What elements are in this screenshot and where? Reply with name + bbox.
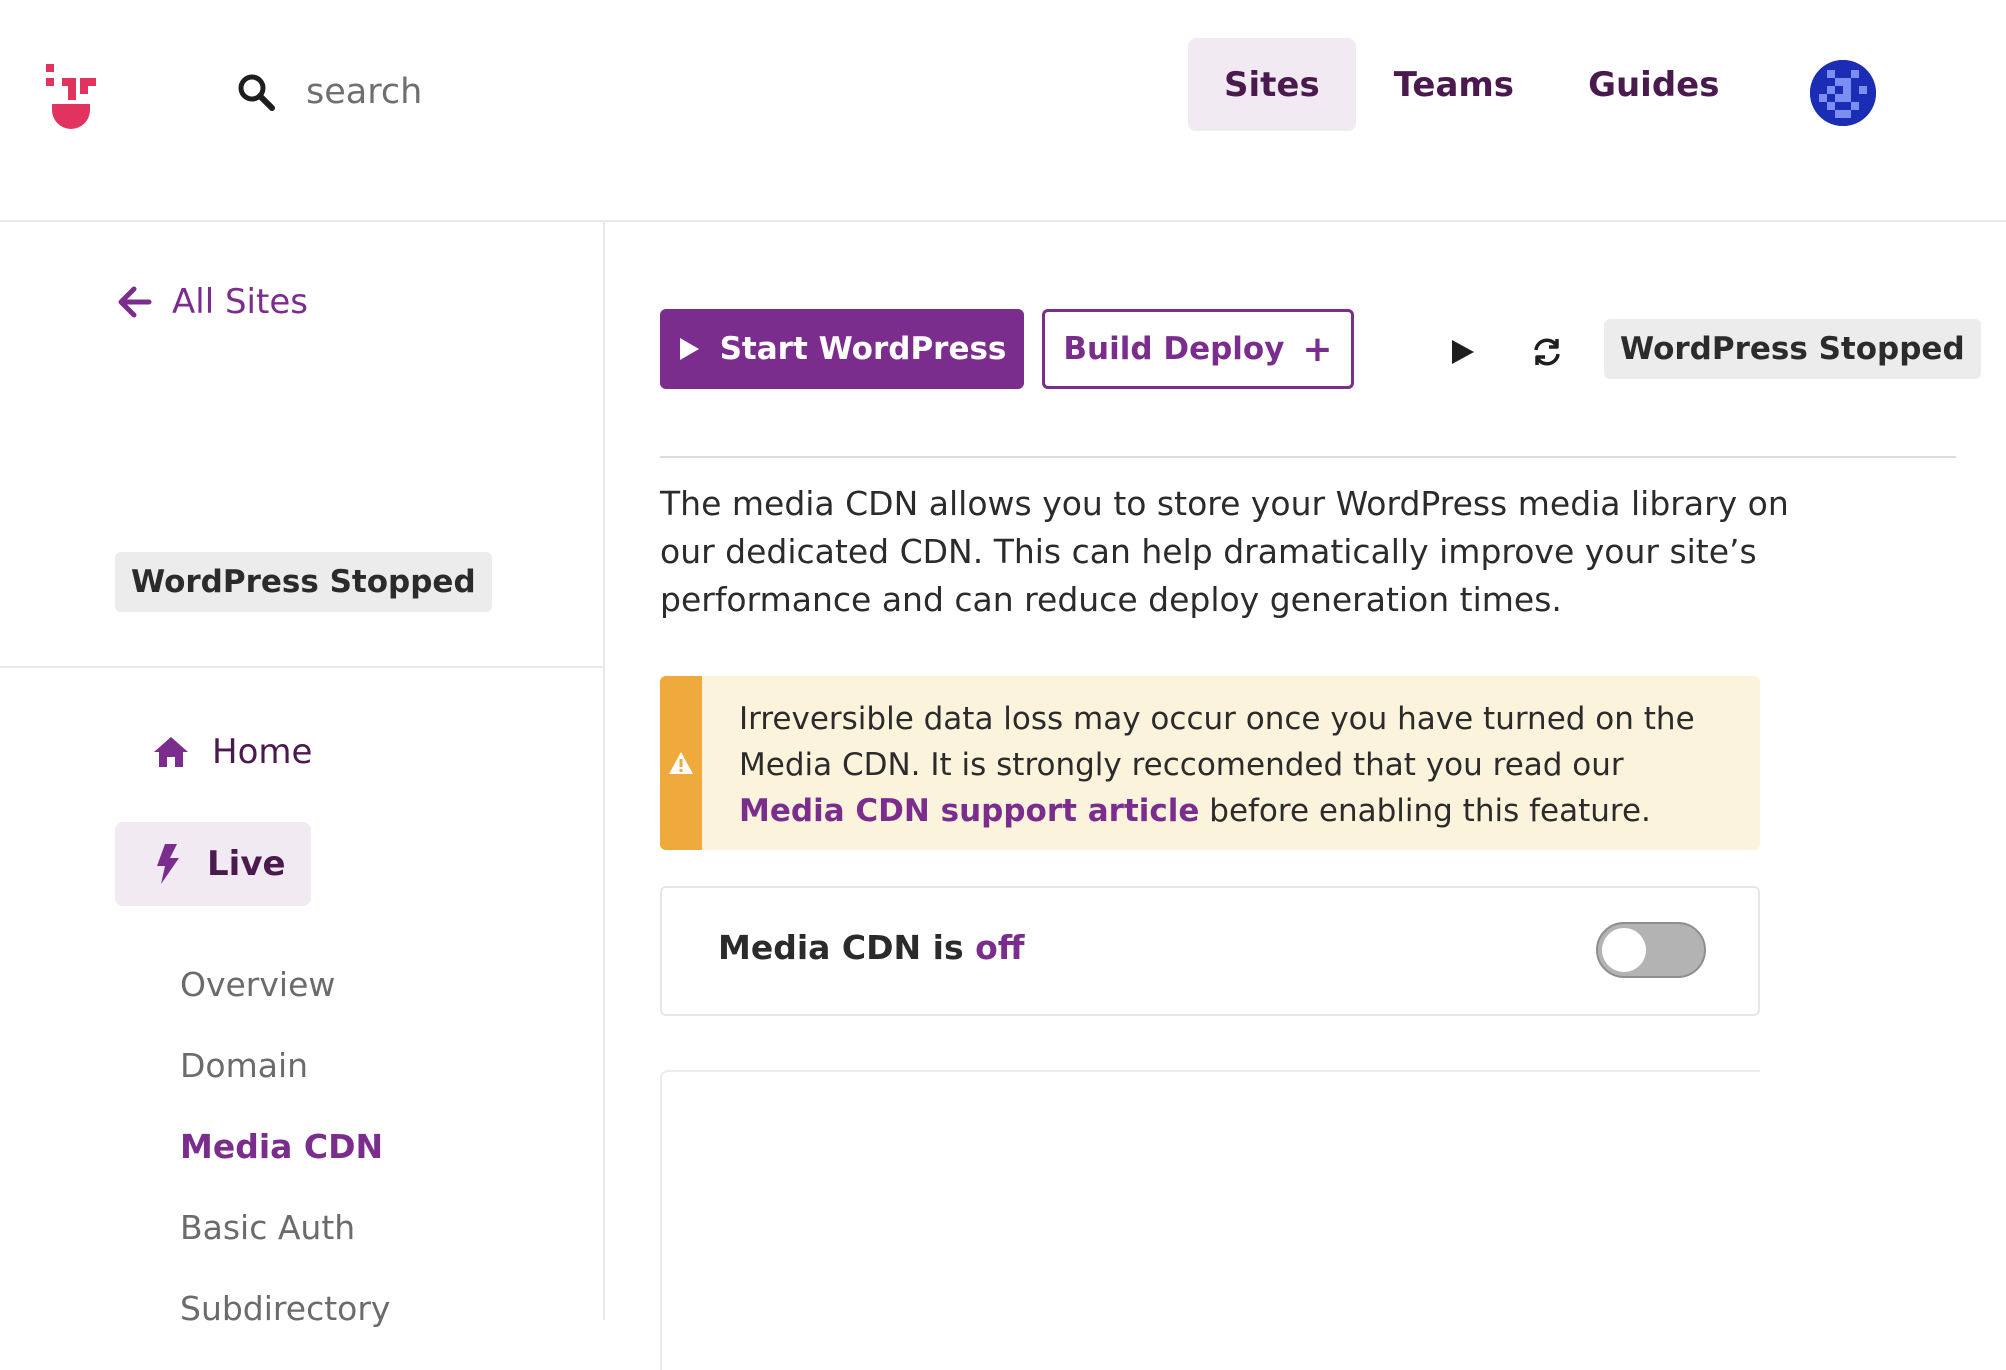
content-panel (660, 1070, 1760, 1370)
subnav-domain[interactable]: Domain (180, 1025, 390, 1106)
play-icon[interactable] (1447, 337, 1477, 367)
sidebar: All Sites WordPress Stopped Home Live Ov… (0, 222, 605, 1328)
search-input[interactable] (306, 72, 686, 112)
play-icon (679, 338, 699, 360)
subnav-overview[interactable]: Overview (180, 944, 390, 1025)
nav-guides[interactable]: Guides (1552, 38, 1755, 131)
live-subnav: Overview Domain Media CDN Basic Auth Sub… (180, 944, 390, 1349)
avatar[interactable] (1810, 60, 1876, 126)
media-cdn-card: Media CDN is off (660, 886, 1760, 1016)
sidebar-item-label: Home (212, 732, 313, 772)
status-badge: WordPress Stopped (115, 552, 492, 612)
build-deploy-button[interactable]: Build Deploy + (1042, 309, 1354, 389)
warning-text: Irreversible data loss may occur once yo… (739, 696, 1739, 834)
main-content: Start WordPress Build Deploy + WordPress… (660, 222, 2006, 1370)
all-sites-link[interactable]: All Sites (116, 282, 308, 322)
subnav-subdirectory[interactable]: Subdirectory (180, 1268, 390, 1349)
sidebar-item-home[interactable]: Home (152, 732, 312, 772)
home-icon (154, 737, 188, 767)
media-cdn-status: Media CDN is off (718, 928, 1024, 967)
logo-icon[interactable] (46, 64, 100, 132)
start-wordpress-button[interactable]: Start WordPress (660, 309, 1024, 389)
media-cdn-toggle[interactable] (1596, 922, 1706, 978)
subnav-basic-auth[interactable]: Basic Auth (180, 1187, 390, 1268)
warning-text-before: Irreversible data loss may occur once yo… (739, 701, 1695, 783)
media-cdn-description: The media CDN allows you to store your W… (660, 484, 1789, 619)
warning-stripe (660, 676, 702, 850)
media-cdn-state: off (975, 928, 1025, 967)
media-cdn-status-label: Media CDN is (718, 928, 976, 967)
arrow-left-icon (118, 286, 152, 318)
sidebar-divider (0, 666, 605, 668)
search-bar[interactable] (236, 72, 686, 112)
nav-sites[interactable]: Sites (1188, 38, 1356, 131)
refresh-icon[interactable] (1530, 335, 1564, 369)
search-icon (238, 74, 275, 111)
start-wordpress-label: Start WordPress (719, 331, 1007, 367)
warning-text-after: before enabling this feature. (1199, 793, 1651, 829)
bolt-icon (157, 844, 179, 884)
toggle-knob (1602, 928, 1646, 972)
status-badge: WordPress Stopped (1604, 319, 1981, 379)
content-divider (660, 456, 1956, 458)
subnav-media-cdn[interactable]: Media CDN (180, 1106, 390, 1187)
warning-callout: Irreversible data loss may occur once yo… (660, 676, 1760, 850)
sidebar-item-live[interactable]: Live (115, 822, 311, 906)
build-deploy-label: Build Deploy (1063, 331, 1285, 367)
sidebar-item-label: Live (207, 844, 286, 884)
top-nav: Sites Teams Guides (1188, 38, 1757, 131)
top-bar: Sites Teams Guides (0, 0, 2006, 222)
nav-teams[interactable]: Teams (1358, 38, 1550, 131)
all-sites-label: All Sites (172, 282, 308, 322)
support-article-link[interactable]: Media CDN support article (739, 793, 1199, 829)
plus-icon: + (1302, 328, 1333, 370)
warning-icon (669, 752, 693, 774)
